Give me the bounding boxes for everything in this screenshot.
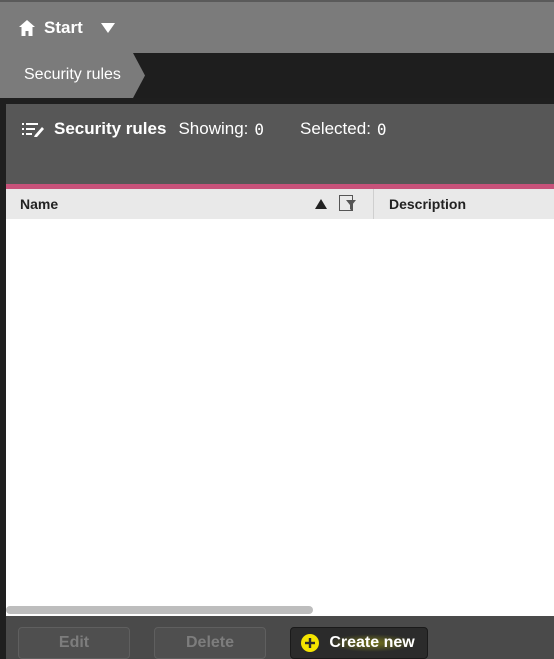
edit-button[interactable]: Edit [18, 627, 130, 659]
top-bar: Start [0, 0, 554, 53]
column-header-name[interactable]: Name [6, 189, 374, 219]
filter-icon[interactable] [339, 195, 357, 213]
delete-button[interactable]: Delete [154, 627, 266, 659]
horizontal-scrollbar[interactable] [6, 606, 313, 614]
panel-title: Security rules [54, 119, 167, 138]
security-rules-panel: Security rules Showing: 0 Selected: 0 Na… [6, 104, 554, 659]
breadcrumb-label: Security rules [24, 66, 121, 83]
breadcrumb-item-security-rules[interactable]: Security rules [0, 53, 146, 98]
sort-ascending-icon[interactable] [315, 199, 327, 209]
column-label-name: Name [20, 196, 59, 212]
showing-label: Showing: [178, 119, 249, 138]
panel-header: Security rules Showing: 0 Selected: 0 [6, 104, 554, 184]
start-label: Start [44, 18, 83, 37]
table-body [6, 219, 554, 616]
start-menu-button[interactable]: Start [18, 16, 115, 40]
action-bar: Edit Delete Create new [6, 616, 554, 659]
showing-count: 0 [254, 119, 265, 139]
breadcrumb: Security rules [0, 53, 554, 98]
create-new-button[interactable]: Create new [290, 627, 428, 659]
table-header: Name Description [6, 189, 554, 219]
caret-down-icon[interactable] [100, 23, 115, 33]
create-new-label: Create new [327, 634, 417, 652]
list-edit-icon [22, 123, 44, 137]
plus-circle-icon [301, 634, 320, 652]
column-label-description: Description [389, 196, 467, 212]
selected-label: Selected: [300, 119, 371, 138]
panel-title-row: Security rules Showing: 0 Selected: 0 [22, 118, 387, 140]
selected-count: 0 [376, 119, 387, 139]
home-icon [19, 20, 35, 36]
